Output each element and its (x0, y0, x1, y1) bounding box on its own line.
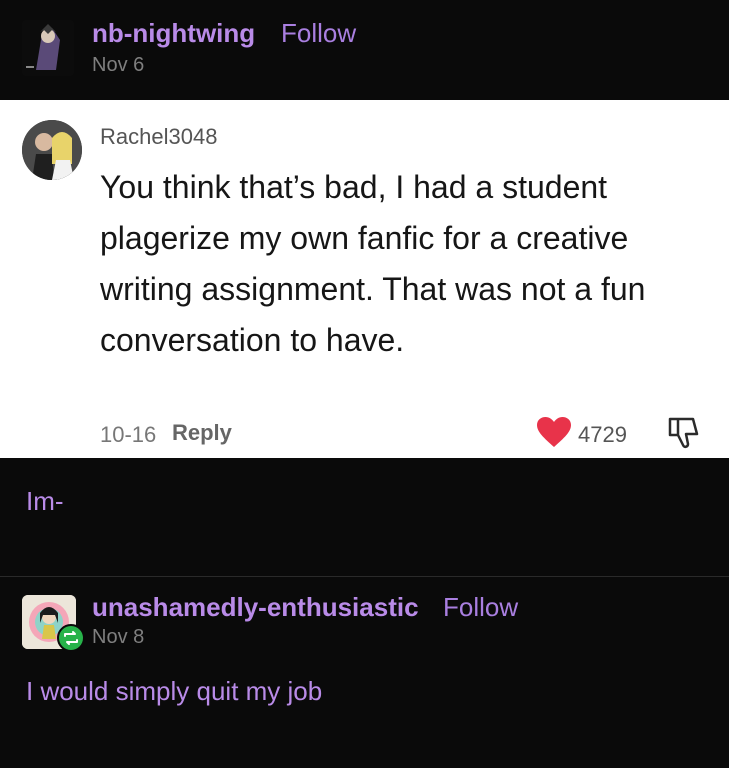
comment-date: 10-16 (100, 422, 157, 447)
post-date: Nov 8 (92, 626, 145, 648)
post-body: I would simply quit my job (26, 676, 323, 706)
post-date: Nov 6 (92, 54, 145, 76)
commenter-username: Rachel3048 (100, 124, 218, 149)
user-avatar[interactable] (22, 20, 74, 76)
post-body: Im- (26, 486, 64, 516)
divider (0, 576, 729, 577)
follow-button[interactable]: Follow (281, 18, 356, 49)
comment-text: You think that’s bad, I had a student pl… (100, 169, 646, 358)
post-header-1: nb-nightwing Follow Nov 6 (0, 0, 729, 100)
username[interactable]: unashamedly-enthusiastic (92, 592, 419, 623)
username[interactable]: nb-nightwing (92, 18, 255, 49)
reply-button: Reply (172, 420, 232, 445)
reblog-icon (57, 624, 85, 652)
follow-button[interactable]: Follow (443, 592, 518, 623)
thumbs-down-icon (668, 417, 699, 449)
commenter-avatar (22, 120, 82, 180)
comment-card: Rachel3048 You think that’s bad, I had a… (0, 100, 729, 458)
like-count: 4729 (578, 422, 627, 447)
heart-icon (537, 417, 571, 447)
